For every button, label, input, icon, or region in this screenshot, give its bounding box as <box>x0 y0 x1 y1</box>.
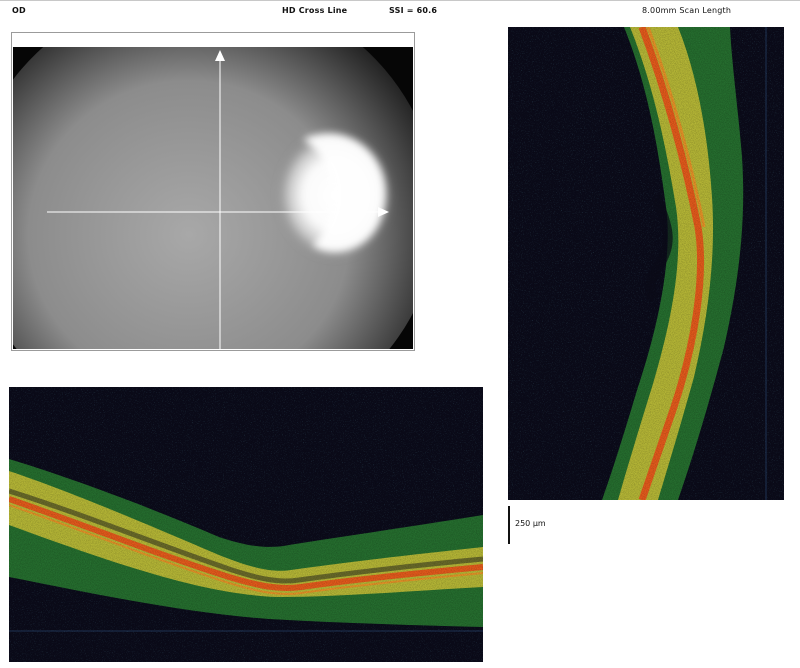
oct-horizontal-svg <box>9 387 483 662</box>
oct-horizontal-bscan[interactable] <box>9 387 483 662</box>
scan-type-label: HD Cross Line <box>282 6 348 15</box>
fundus-image[interactable] <box>13 47 413 349</box>
scale-bar <box>508 506 510 544</box>
ssi-label: SSI = 60.6 <box>389 6 438 15</box>
scan-length-label: 8.00mm Scan Length <box>642 6 732 15</box>
eye-label: OD <box>12 6 26 15</box>
scale-bar-label: 250 µm <box>515 519 546 528</box>
top-border <box>0 0 800 1</box>
fundus-svg <box>13 47 413 349</box>
oct-vertical-bscan[interactable] <box>508 27 784 500</box>
oct-vertical-svg <box>508 27 784 500</box>
fundus-panel <box>11 32 415 351</box>
